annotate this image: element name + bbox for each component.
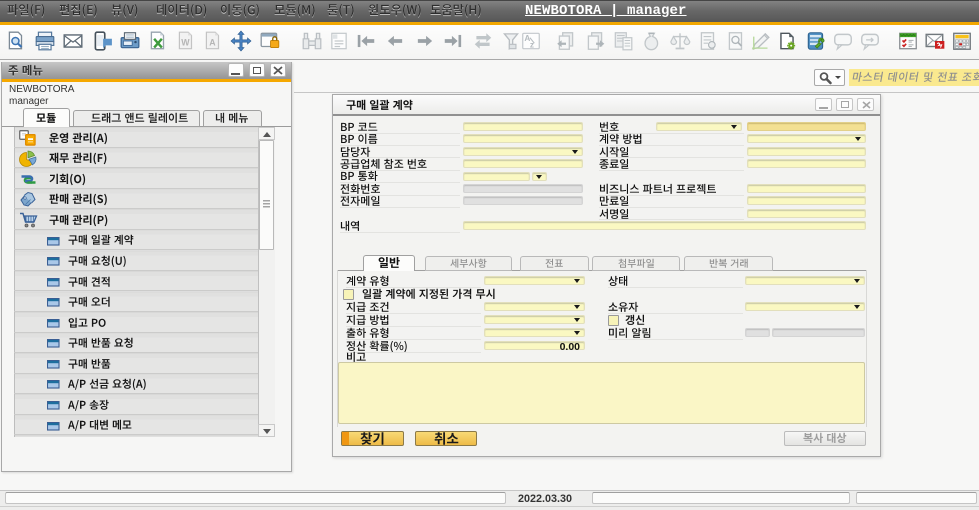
svg-text:W: W — [181, 37, 190, 47]
svg-text:A: A — [209, 37, 216, 47]
